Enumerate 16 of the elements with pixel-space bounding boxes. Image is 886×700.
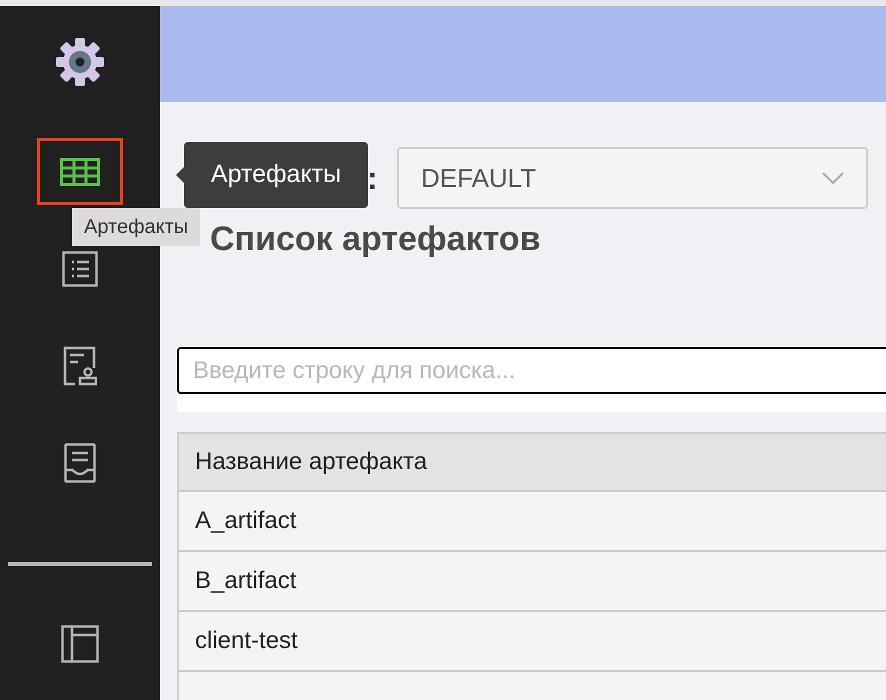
document-stamp-icon bbox=[63, 346, 97, 386]
inbox-icon bbox=[64, 442, 96, 482]
sidebar-item[interactable] bbox=[37, 138, 123, 205]
table-grid-icon bbox=[60, 158, 100, 186]
settings-icon[interactable] bbox=[54, 36, 106, 88]
tooltip: Артефакты bbox=[184, 142, 368, 208]
tooltip-pointer-icon bbox=[176, 166, 185, 184]
chevron-down-icon bbox=[822, 172, 844, 184]
page-title: Список артефактов bbox=[210, 219, 542, 260]
column-header: Название артефакта bbox=[179, 434, 886, 492]
project-label: : bbox=[367, 159, 379, 198]
list-icon bbox=[62, 250, 98, 286]
layout-panel-icon bbox=[61, 624, 99, 662]
hover-tooltip: Артефакты bbox=[72, 208, 200, 246]
search-field[interactable]: Введите строку для поиска... bbox=[177, 347, 886, 394]
project-dropdown[interactable]: DEFAULT bbox=[397, 147, 868, 209]
